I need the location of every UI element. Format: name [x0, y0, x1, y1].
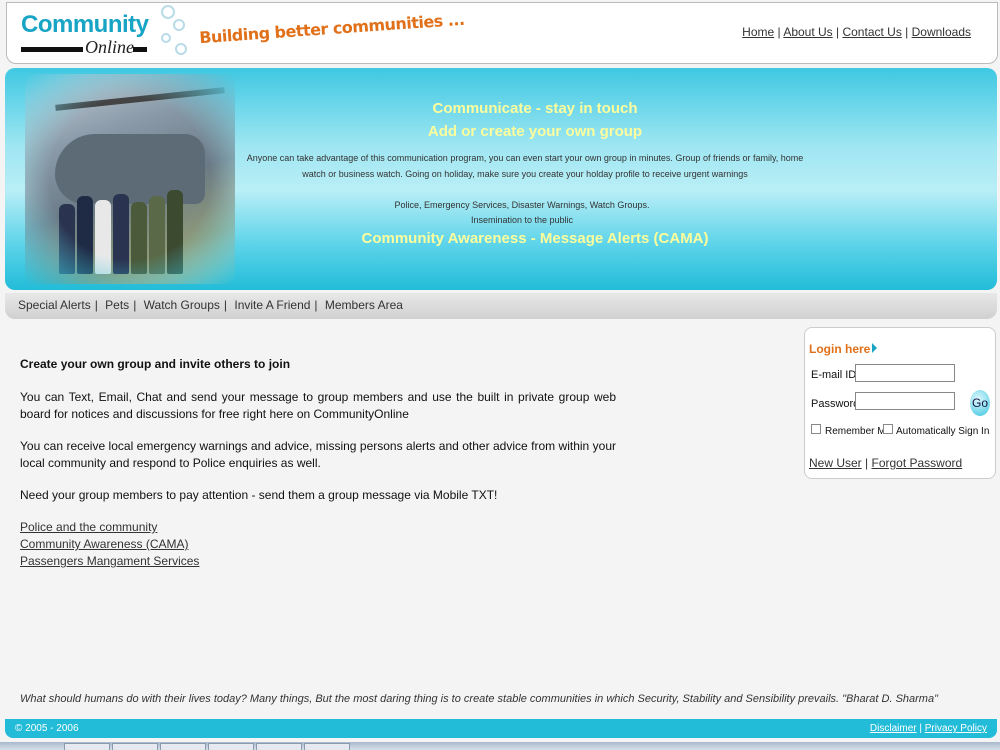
nav-item-members-area[interactable]: Members Area [325, 298, 403, 312]
arrow-right-icon [872, 343, 878, 353]
password-field[interactable] [855, 392, 955, 410]
banner-helicopter-photo [25, 74, 235, 284]
main-content: Create your own group and invite others … [20, 356, 616, 570]
main-nav: Special Alerts | Pets | Watch Groups | Invi… [5, 293, 997, 319]
top-link-downloads[interactable]: Downloads [912, 25, 971, 39]
go-button[interactable]: Go [970, 390, 990, 416]
privacy-policy-link[interactable]: Privacy Policy [925, 723, 987, 734]
top-link-home[interactable]: Home [742, 25, 774, 39]
footer-quote: What should humans do with their lives t… [20, 693, 938, 705]
link-police-and-community[interactable]: Police and the community [20, 519, 616, 536]
top-nav-links: Home | About Us | Contact Us | Downloads [742, 25, 971, 39]
site-header: Community Online Building better communi… [6, 2, 998, 64]
forgot-password-link[interactable]: Forgot Password [871, 456, 962, 470]
login-links: New User | Forgot Password [809, 456, 963, 470]
site-tagline: Building better communities ... [198, 9, 466, 48]
new-user-link[interactable]: New User [809, 456, 862, 470]
login-panel: Login here E-mail ID: Password: Go Remem… [804, 327, 996, 479]
nav-item-watch-groups[interactable]: Watch Groups [144, 298, 220, 312]
logo-word-community: Community [21, 11, 149, 38]
taskbar-button[interactable] [208, 743, 254, 750]
content-paragraph-mobile-txt: Need your group members to pay attention… [20, 488, 498, 502]
banner-heading-add-group: Add or create your own group [427, 123, 643, 140]
link-community-awareness[interactable]: Community Awareness (CAMA) [20, 536, 616, 553]
remember-me-checkbox[interactable] [811, 424, 821, 434]
login-title: Login here [809, 342, 878, 356]
banner-heading-cama: Community Awareness - Message Alerts (CA… [361, 230, 709, 247]
copyright-text: © 2005 - 2006 [15, 723, 79, 734]
top-link-contact-us[interactable]: Contact Us [842, 25, 901, 39]
taskbar-button[interactable] [112, 743, 158, 750]
banner-insemination-text: Insemination to the public [470, 215, 574, 225]
top-link-about-us[interactable]: About Us [783, 25, 832, 39]
banner-description: Anyone can take advantage of this commun… [246, 153, 804, 179]
content-paragraph-messaging: You can Text, Email, Chat and send your … [20, 390, 616, 421]
email-field[interactable] [855, 364, 955, 382]
logo-bar-right [133, 47, 147, 52]
content-paragraph-warnings: You can receive local emergency warnings… [20, 439, 616, 470]
site-footer: © 2005 - 2006 Disclaimer | Privacy Polic… [5, 719, 997, 738]
auto-sign-in-label: Automatically Sign In [896, 426, 990, 437]
content-links: Police and the community Community Aware… [20, 519, 616, 570]
link-passengers-management[interactable]: Passengers Mangament Services [20, 553, 616, 570]
banner-heading-communicate: Communicate - stay in touch [432, 100, 638, 117]
banner-services-text: Police, Emergency Services, Disaster War… [394, 200, 650, 210]
taskbar-button[interactable] [304, 743, 350, 750]
logo-bar [21, 47, 83, 52]
auto-sign-in-checkbox[interactable] [883, 424, 893, 434]
login-title-text: Login here [809, 342, 871, 356]
os-taskbar [0, 742, 1000, 750]
site-logo[interactable]: Community Online [21, 9, 161, 59]
disclaimer-link[interactable]: Disclaimer [870, 723, 917, 734]
nav-item-special-alerts[interactable]: Special Alerts [18, 298, 91, 312]
taskbar-button[interactable] [256, 743, 302, 750]
email-label: E-mail ID: [811, 369, 860, 381]
logo-circles-decoration [157, 3, 197, 59]
content-heading: Create your own group and invite others … [20, 357, 291, 371]
nav-item-pets[interactable]: Pets [105, 298, 129, 312]
taskbar-button[interactable] [160, 743, 206, 750]
logo-word-online: Online [85, 37, 134, 57]
hero-banner: Communicate - stay in touch Add or creat… [5, 68, 997, 290]
nav-item-invite-a-friend[interactable]: Invite A Friend [234, 298, 310, 312]
taskbar-button[interactable] [64, 743, 110, 750]
